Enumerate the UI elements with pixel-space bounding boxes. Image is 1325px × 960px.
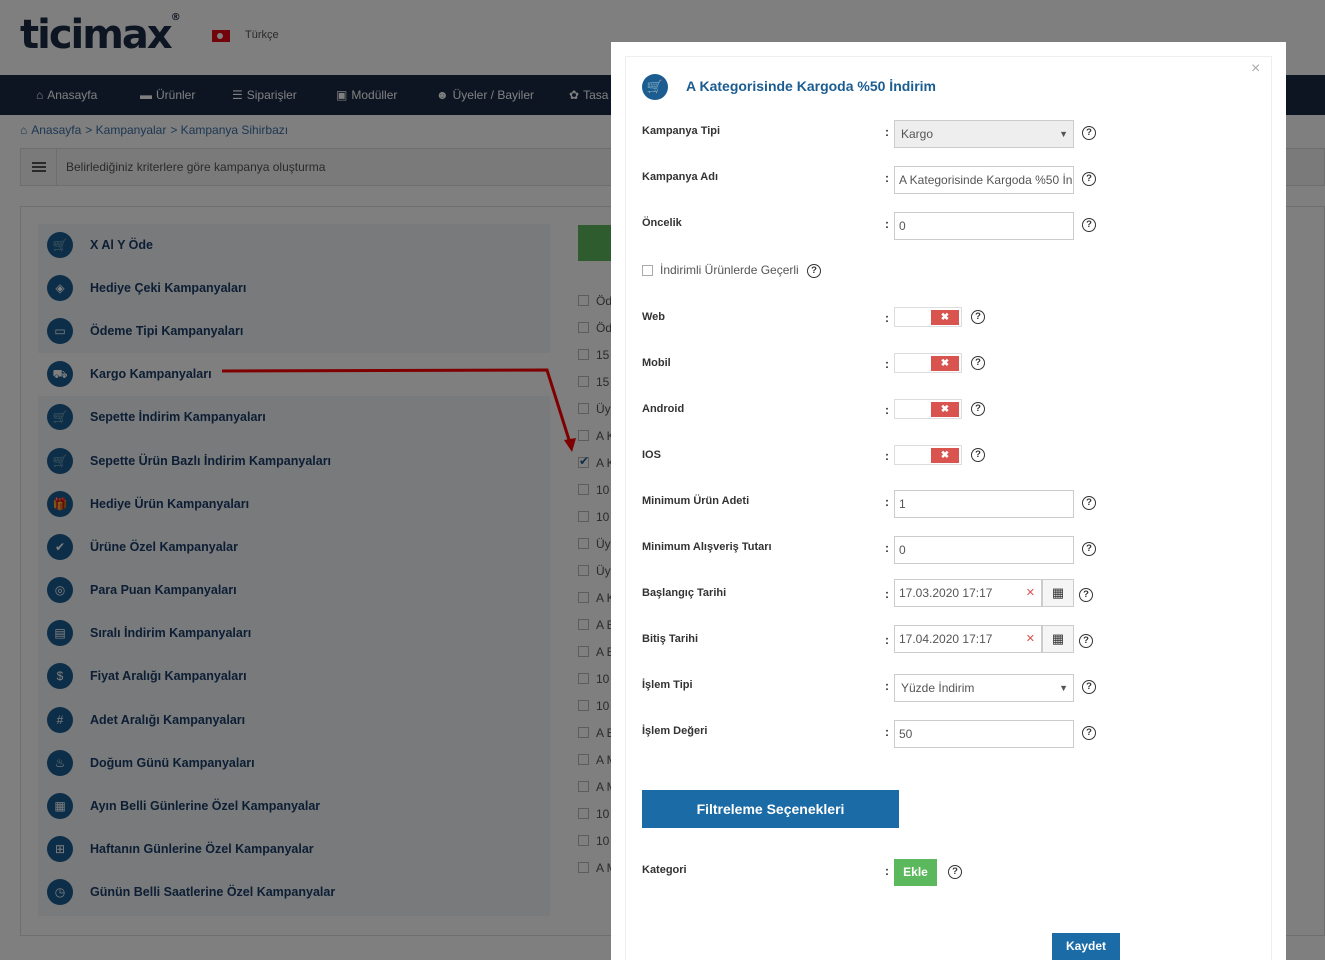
toggle-off-icon: ✖ (931, 356, 959, 371)
colon: : (885, 587, 889, 601)
help-icon[interactable]: ? (807, 264, 821, 278)
field-label: Minimum Ürün Adeti (642, 495, 750, 507)
field-label: İşlem Değeri (642, 725, 708, 737)
colon: : (885, 171, 889, 185)
field-label: Kampanya Tipi (642, 125, 721, 137)
field-label: Öncelik (642, 217, 682, 229)
ios-toggle[interactable]: ✖ (894, 445, 962, 465)
help-icon[interactable]: ? (1082, 172, 1096, 186)
help-icon[interactable]: ? (1079, 588, 1093, 602)
filter-options-button[interactable]: Filtreleme Seçenekleri (642, 790, 899, 828)
colon: : (885, 633, 889, 647)
start-date-input[interactable]: 17.03.2020 17:17 ✕ (894, 579, 1042, 607)
select-value: Kargo (901, 127, 934, 141)
colon: : (885, 725, 889, 739)
help-icon[interactable]: ? (1082, 496, 1096, 510)
cart-icon: 🛒 (642, 74, 668, 100)
help-icon[interactable]: ? (971, 448, 985, 462)
colon: : (885, 311, 889, 325)
mobile-toggle[interactable]: ✖ (894, 353, 962, 373)
campaign-name-input[interactable]: A Kategorisinde Kargoda %50 İndirim (894, 166, 1074, 194)
toggle-off-icon: ✖ (931, 310, 959, 325)
campaign-type-select[interactable]: Kargo ▼ (894, 120, 1074, 148)
modal-title: A Kategorisinde Kargoda %50 İndirim (686, 78, 936, 94)
colon: : (885, 125, 889, 139)
min-quantity-input[interactable]: 1 (894, 490, 1074, 518)
clear-icon[interactable]: ✕ (1026, 580, 1035, 606)
priority-input[interactable]: 0 (894, 212, 1074, 240)
help-icon[interactable]: ? (1082, 218, 1096, 232)
colon: : (885, 403, 889, 417)
android-toggle[interactable]: ✖ (894, 399, 962, 419)
help-icon[interactable]: ? (1079, 634, 1093, 648)
field-label: İşlem Tipi (642, 679, 693, 691)
checkbox-label: İndirimli Ürünlerde Geçerli (660, 263, 799, 277)
chevron-down-icon: ▼ (1059, 129, 1068, 139)
field-label: IOS (642, 449, 661, 461)
help-icon[interactable]: ? (971, 402, 985, 416)
field-label: Web (642, 311, 666, 323)
clear-icon[interactable]: ✕ (1026, 626, 1035, 652)
select-value: Yüzde İndirim (901, 681, 975, 695)
field-label: Kampanya Adı (642, 171, 719, 183)
field-label: Kategori (642, 864, 687, 876)
help-icon[interactable]: ? (1082, 680, 1096, 694)
field-label: Başlangıç Tarihi (642, 587, 727, 599)
date-value: 17.04.2020 17:17 (899, 632, 993, 646)
field-label: Minimum Alışveriş Tutarı (642, 541, 772, 553)
chevron-down-icon: ▼ (1059, 683, 1068, 693)
field-label: Mobil (642, 357, 671, 369)
save-button[interactable]: Kaydet (1052, 933, 1120, 960)
toggle-off-icon: ✖ (931, 402, 959, 417)
date-value: 17.03.2020 17:17 (899, 586, 993, 600)
colon: : (885, 679, 889, 693)
calendar-icon[interactable]: ▦ (1042, 579, 1074, 607)
field-label: Android (642, 403, 685, 415)
add-category-button[interactable]: Ekle (894, 859, 937, 886)
help-icon[interactable]: ? (971, 356, 985, 370)
close-icon[interactable]: × (1251, 60, 1260, 78)
colon: : (885, 541, 889, 555)
help-icon[interactable]: ? (1082, 126, 1096, 140)
colon: : (885, 357, 889, 371)
end-date-input[interactable]: 17.04.2020 17:17 ✕ (894, 625, 1042, 653)
help-icon[interactable]: ? (1082, 542, 1096, 556)
discounted-products-checkbox[interactable] (642, 265, 653, 276)
calendar-icon[interactable]: ▦ (1042, 625, 1074, 653)
colon: : (885, 864, 889, 878)
operation-type-select[interactable]: Yüzde İndirim ▼ (894, 674, 1074, 702)
toggle-off-icon: ✖ (931, 448, 959, 463)
field-label: Bitiş Tarihi (642, 633, 699, 645)
colon: : (885, 217, 889, 231)
help-icon[interactable]: ? (971, 310, 985, 324)
web-toggle[interactable]: ✖ (894, 307, 962, 327)
colon: : (885, 449, 889, 463)
min-amount-input[interactable]: 0 (894, 536, 1074, 564)
help-icon[interactable]: ? (1082, 726, 1096, 740)
colon: : (885, 495, 889, 509)
operation-value-input[interactable]: 50 (894, 720, 1074, 748)
help-icon[interactable]: ? (948, 865, 962, 879)
campaign-modal: × 🛒 A Kategorisinde Kargoda %50 İndirim … (611, 42, 1286, 960)
